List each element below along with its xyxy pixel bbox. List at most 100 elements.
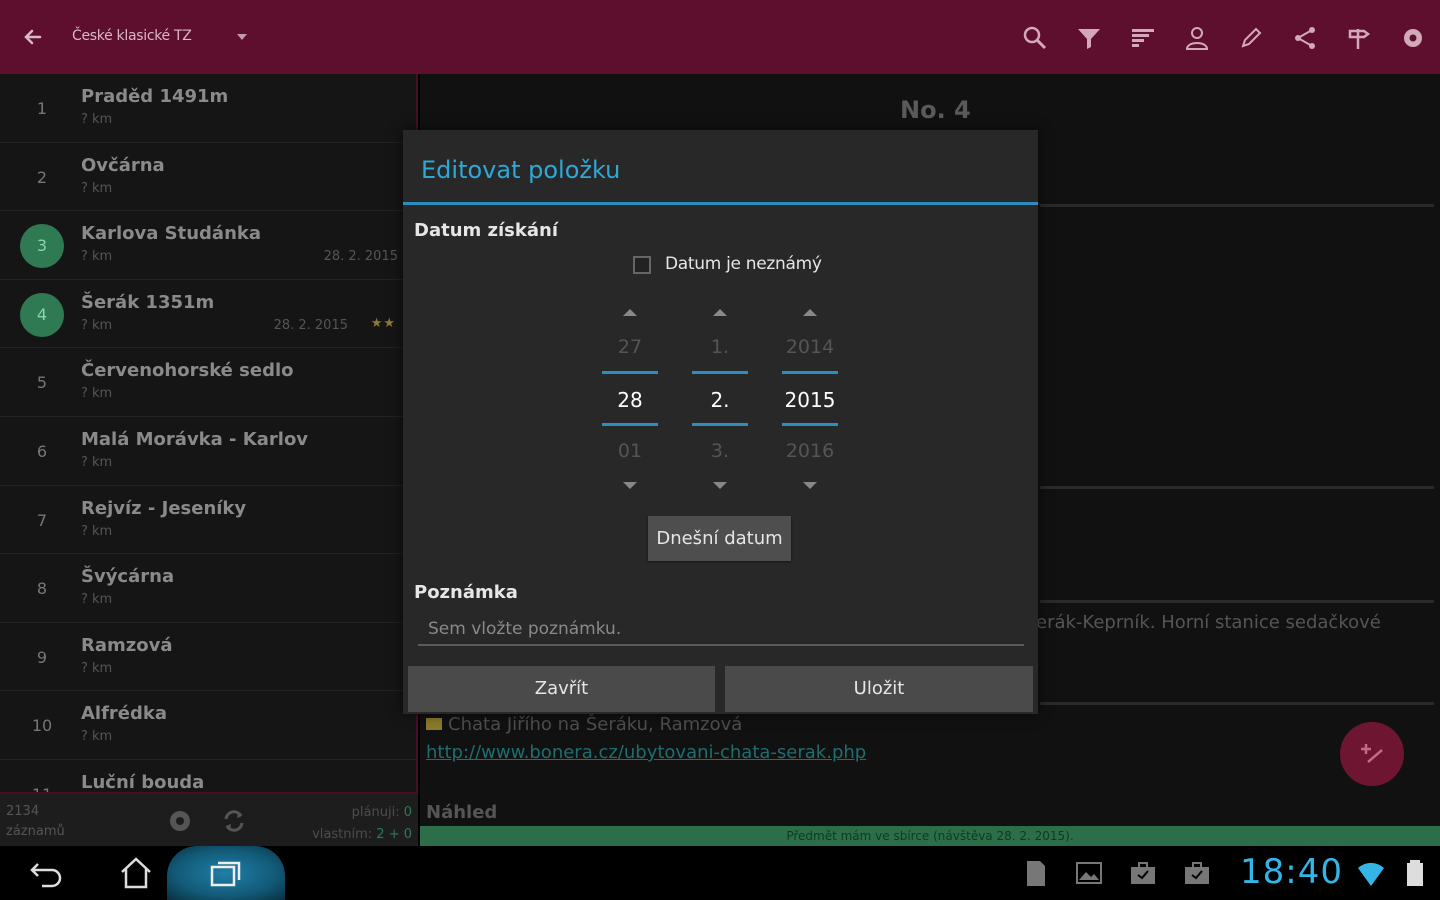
recent-apps-button[interactable] [196,846,256,900]
item-description: erák-Keprník. Horní stanice sedačkové [1036,612,1381,633]
picker-divider [602,423,658,426]
item-name: Luční bouda [81,771,205,792]
person-icon [1185,27,1209,50]
picker-divider [782,371,838,374]
increment-month-icon[interactable] [712,306,728,318]
month-previous[interactable]: 1. [692,336,748,358]
item-number-badge: 5 [36,373,48,393]
sort-button[interactable] [1116,18,1170,58]
briefcase-icon[interactable] [1128,858,1158,888]
increment-day-icon[interactable] [622,306,638,318]
decrement-month-icon[interactable] [712,480,728,492]
item-number: No. 4 [900,96,971,124]
close-button[interactable]: Zavřít [408,666,715,712]
note-input[interactable] [418,614,1024,646]
divider [1040,702,1434,705]
day-previous[interactable]: 27 [602,336,658,358]
day-current[interactable]: 28 [602,388,658,412]
home-nav-button[interactable] [106,846,166,900]
dialog-title-divider [403,202,1038,205]
planned-label: plánuji: [351,805,400,820]
image-icon[interactable] [1074,858,1104,888]
list-item[interactable]: 4 Šerák 1351m ? km 28. 2. 2015 ★★ [0,280,416,349]
briefcase-icon[interactable] [1182,858,1212,888]
list-item[interactable]: 10 Alfrédka ? km [0,691,416,760]
filter-button[interactable] [1062,18,1116,58]
item-number-badge: 9 [36,647,48,667]
list-item[interactable]: 11 Luční bouda [0,760,416,792]
list-item[interactable]: 7 Rejvíz - Jeseníky ? km [0,486,416,555]
back-nav-button[interactable] [16,846,76,900]
item-distance: ? km [81,317,113,333]
record-count-label: záznamů [6,824,65,839]
picker-divider [692,423,748,426]
edit-button[interactable] [1224,18,1278,58]
note-section-label: Poznámka [414,582,518,603]
recent-apps-icon [210,861,241,887]
list-item[interactable]: 9 Ramzová ? km [0,623,416,692]
list-item[interactable]: 6 Malá Morávka - Karlov ? km [0,417,416,486]
unknown-date-checkbox[interactable] [633,256,651,274]
back-arrow-icon[interactable] [18,22,48,52]
pencil-icon [1241,27,1262,48]
sync-icon[interactable] [221,808,247,834]
item-name: Švýcárna [81,566,175,588]
sd-card-icon[interactable] [1020,858,1050,888]
back-icon [30,863,62,888]
ownership-status: Předmět mám ve sbírce (návštěva 28. 2. 2… [420,826,1440,846]
battery-icon[interactable] [1400,858,1430,888]
settings-icon[interactable] [167,808,193,834]
save-button[interactable]: Uložit [725,666,1033,712]
unknown-date-label[interactable]: Datum je neznámý [665,254,822,274]
item-list: 1 Praděd 1491m ? km 2 Ovčárna ? km 3 Karlova St… [0,74,418,792]
filter-icon [1078,29,1100,49]
accommodation-name: Chata Jiřího na Šeráku, Ramzová [448,714,743,735]
list-item[interactable]: 1 Praděd 1491m ? km [0,74,416,143]
owned-value: 2 + 0 [376,827,412,842]
day-next[interactable]: 01 [602,440,658,462]
add-icon [1361,744,1383,763]
list-item[interactable]: 5 Červenohorské sedlo ? km [0,348,416,417]
year-current[interactable]: 2015 [782,388,838,412]
add-visit-button[interactable] [1340,722,1404,786]
decrement-day-icon[interactable] [622,480,638,492]
list-item[interactable]: 3 Karlova Studánka ? km 28. 2. 2015 [0,211,416,280]
decrement-year-icon[interactable] [802,480,818,492]
item-distance: ? km [81,592,113,608]
folder-icon [426,718,442,730]
date-section-label: Datum získání [414,220,558,241]
preview-heading: Náhled [426,802,498,823]
record-count-value: 2134 [6,804,40,819]
record-count: 2134 záznamů [6,802,65,842]
item-number-badge: 4 [20,292,64,337]
list-item[interactable]: 8 Švýcárna ? km [0,554,416,623]
collection-title[interactable]: České klasické TZ [72,28,192,44]
wifi-icon[interactable] [1356,860,1386,890]
navigate-button[interactable] [1332,18,1386,58]
item-rating: ★★ [370,315,396,331]
increment-year-icon[interactable] [802,306,818,318]
picker-divider [692,371,748,374]
today-date-button[interactable]: Dnešní datum [648,516,791,561]
settings-button[interactable] [1386,18,1440,58]
share-icon [1295,27,1315,49]
picker-divider [782,423,838,426]
year-previous[interactable]: 2014 [782,336,838,358]
planned-value: 0 [403,805,412,820]
system-clock[interactable]: 18:40 [1240,852,1343,892]
list-item[interactable]: 2 Ovčárna ? km [0,143,416,212]
home-icon [121,857,151,889]
profile-button[interactable] [1170,18,1224,58]
item-number-badge: 7 [36,510,48,530]
chevron-down-icon[interactable] [234,30,250,44]
year-next[interactable]: 2016 [782,440,838,462]
item-distance: ? km [81,729,113,745]
item-visit-date: 28. 2. 2015 [323,249,398,265]
search-button[interactable] [1008,18,1062,58]
action-icons [1008,18,1440,58]
collection-stats: plánuji: 0 vlastním: 2 + 0 [312,802,412,846]
month-current[interactable]: 2. [692,388,748,412]
share-button[interactable] [1278,18,1332,58]
accommodation-link[interactable]: http://www.bonera.cz/ubytovani-chata-ser… [426,742,866,763]
month-next[interactable]: 3. [692,440,748,462]
